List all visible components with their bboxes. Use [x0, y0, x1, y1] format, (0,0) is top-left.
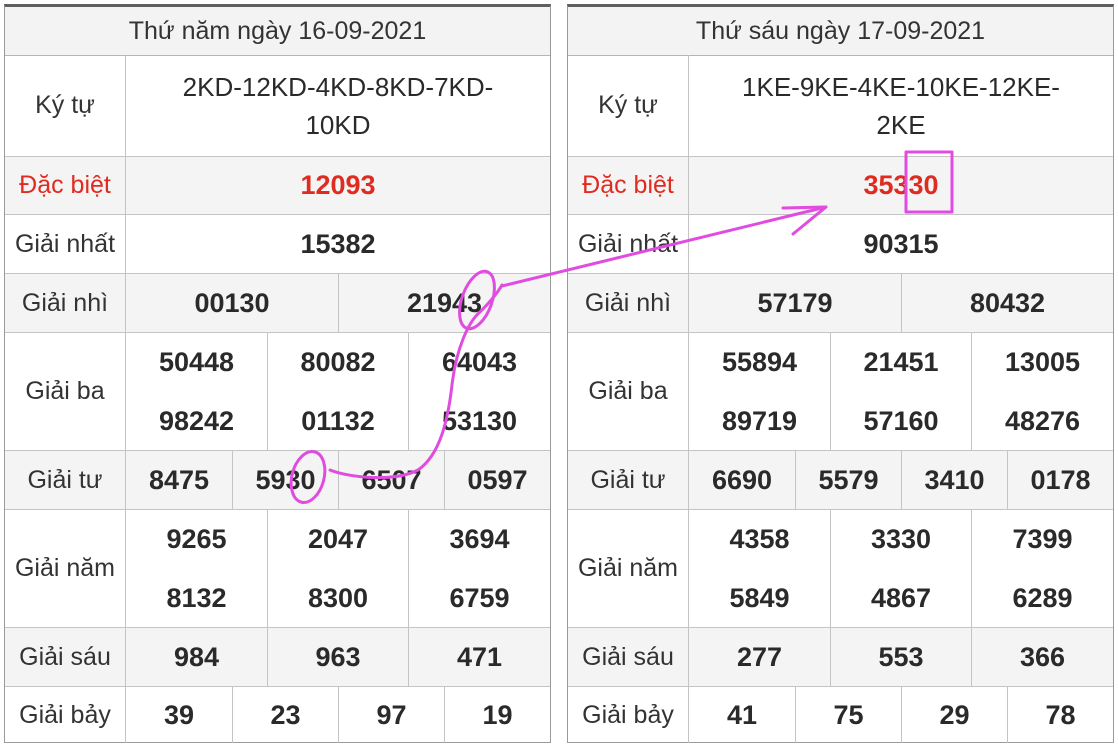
row-giai-nhat: Giải nhất 90315: [568, 215, 1113, 274]
giai-ba-value: 53130: [408, 392, 550, 451]
giai-tu-value: 6690: [711, 464, 773, 495]
label-giai-tu: Giải tư: [568, 451, 689, 509]
giai-ba-value: 57160: [830, 392, 971, 451]
ky-tu-value: 2KD-12KD-4KD-8KD-7KD-10KD: [182, 71, 494, 140]
giai-nam-value: 5849: [729, 583, 790, 613]
label-giai-sau: Giải sáu: [5, 628, 126, 686]
giai-nam-value: 4867: [830, 569, 971, 628]
giai-nhi-value: 00130: [194, 287, 270, 318]
label-giai-tu: Giải tư: [5, 451, 126, 509]
giai-bay-value: 75: [795, 687, 901, 743]
label-ky-tu: Ký tự: [568, 55, 689, 156]
giai-nam-value: 3330: [830, 510, 971, 569]
label-giai-nhi: Giải nhì: [5, 274, 126, 332]
ky-tu-value: 1KE-9KE-4KE-10KE-12KE-2KE: [742, 71, 1060, 140]
row-dac-biet: Đặc biệt 12093: [5, 157, 550, 215]
giai-tu-value: 8475: [148, 464, 210, 495]
label-dac-biet: Đặc biệt: [5, 157, 126, 214]
label-giai-nhat: Giải nhất: [568, 215, 689, 273]
label-giai-nam: Giải năm: [568, 510, 689, 627]
row-giai-bay: Giải bảy 41 75 29 78: [568, 687, 1113, 743]
row-ky-tu: Ký tự 2KD-12KD-4KD-8KD-7KD-10KD: [5, 55, 550, 157]
label-ky-tu: Ký tự: [5, 55, 126, 156]
dac-biet-value: 35330: [863, 170, 939, 200]
giai-ba-value: 01132: [267, 392, 408, 451]
giai-ba-value: 21451: [830, 333, 971, 392]
giai-tu-value: 5930: [232, 451, 338, 509]
giai-tu-value: 5579: [795, 451, 901, 509]
row-ky-tu: Ký tự 1KE-9KE-4KE-10KE-12KE-2KE: [568, 55, 1113, 157]
row-giai-nhi: Giải nhì 00130 21943: [5, 274, 550, 333]
giai-sau-value: 471: [408, 628, 550, 686]
giai-nam-value: 8132: [166, 583, 227, 613]
giai-ba-value: 55894: [721, 347, 798, 377]
giai-nam-value: 6759: [408, 569, 550, 628]
giai-ba-value: 50448: [158, 347, 235, 377]
dac-biet-value: 12093: [300, 170, 376, 200]
giai-nam-value: 7399: [971, 510, 1113, 569]
row-giai-tu: Giải tư 6690 5579 3410 0178: [568, 451, 1113, 510]
giai-nam-value: 6289: [971, 569, 1113, 628]
row-giai-sau: Giải sáu 277 553 366: [568, 628, 1113, 687]
giai-ba-value: 89719: [721, 406, 798, 436]
giai-tu-value: 0597: [444, 451, 550, 509]
giai-bay-value: 23: [232, 687, 338, 743]
giai-sau-value: 984: [173, 641, 220, 672]
row-giai-nhi: Giải nhì 57179 80432: [568, 274, 1113, 333]
giai-tu-value: 3410: [901, 451, 1007, 509]
row-dac-biet: Đặc biệt 35330: [568, 157, 1113, 215]
giai-nhat-value: 90315: [863, 228, 939, 259]
giai-tu-value: 6507: [338, 451, 444, 509]
giai-ba-value: 48276: [971, 392, 1113, 451]
giai-nhi-value: 21943: [338, 274, 550, 332]
label-dac-biet: Đặc biệt: [568, 157, 689, 214]
row-giai-ba: Giải ba 50448 80082 64043 98242 01132 53…: [5, 333, 550, 451]
giai-ba-value: 64043: [408, 333, 550, 392]
label-giai-bay: Giải bảy: [5, 687, 126, 743]
giai-nhat-value: 15382: [300, 228, 376, 259]
label-giai-nam: Giải năm: [5, 510, 126, 627]
results-panel-left: Thứ năm ngày 16-09-2021 Ký tự 2KD-12KD-4…: [4, 4, 551, 743]
label-giai-nhi: Giải nhì: [568, 274, 689, 332]
giai-sau-value: 366: [971, 628, 1113, 686]
giai-bay-value: 41: [726, 699, 758, 730]
giai-bay-value: 29: [901, 687, 1007, 743]
giai-nam-value: 2047: [267, 510, 408, 569]
label-giai-ba: Giải ba: [568, 333, 689, 450]
results-panel-right: Thứ sáu ngày 17-09-2021 Ký tự 1KE-9KE-4K…: [567, 4, 1114, 743]
label-giai-bay: Giải bảy: [568, 687, 689, 743]
panel-title: Thứ năm ngày 16-09-2021: [5, 7, 550, 56]
giai-tu-value: 0178: [1007, 451, 1113, 509]
panel-title: Thứ sáu ngày 17-09-2021: [568, 7, 1113, 56]
row-giai-nhat: Giải nhất 15382: [5, 215, 550, 274]
giai-sau-value: 277: [736, 641, 783, 672]
giai-nam-value: 9265: [166, 524, 227, 554]
giai-bay-value: 97: [338, 687, 444, 743]
giai-bay-value: 19: [444, 687, 550, 743]
giai-nam-value: 8300: [267, 569, 408, 628]
giai-ba-value: 13005: [971, 333, 1113, 392]
row-giai-nam: Giải năm 4358 3330 7399 5849 4867 6289: [568, 510, 1113, 628]
giai-sau-value: 553: [830, 628, 971, 686]
giai-ba-value: 80082: [267, 333, 408, 392]
row-giai-nam: Giải năm 9265 2047 3694 8132 8300 6759: [5, 510, 550, 628]
giai-bay-value: 39: [163, 699, 195, 730]
row-giai-sau: Giải sáu 984 963 471: [5, 628, 550, 687]
giai-ba-value: 98242: [158, 406, 235, 436]
giai-nhi-value: 80432: [901, 274, 1113, 332]
giai-nhi-value: 57179: [757, 287, 833, 318]
giai-sau-value: 963: [267, 628, 408, 686]
label-giai-sau: Giải sáu: [568, 628, 689, 686]
giai-nam-value: 3694: [408, 510, 550, 569]
label-giai-nhat: Giải nhất: [5, 215, 126, 273]
giai-nam-value: 4358: [729, 524, 790, 554]
label-giai-ba: Giải ba: [5, 333, 126, 450]
row-giai-tu: Giải tư 8475 5930 6507 0597: [5, 451, 550, 510]
giai-bay-value: 78: [1007, 687, 1113, 743]
row-giai-bay: Giải bảy 39 23 97 19: [5, 687, 550, 743]
row-giai-ba: Giải ba 55894 21451 13005 89719 57160 48…: [568, 333, 1113, 451]
